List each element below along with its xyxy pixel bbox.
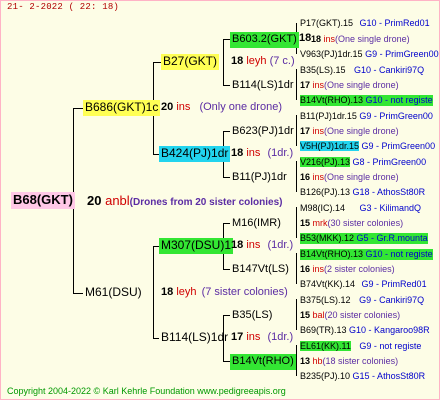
g4-queen-b35[interactable]: B35(LS) (230, 308, 274, 324)
g4-queen-b11[interactable]: B11(PJ)1dr (230, 170, 289, 186)
g3-m307-info: 18 ins (1dr.) (231, 239, 294, 251)
g4-b603-num: 18 (299, 32, 312, 44)
g5-row-19[interactable]: B375(LS).12 G9 - Cankiri97Q (300, 295, 424, 306)
g3-queen-b114[interactable]: B114(LS)1dr (159, 330, 230, 346)
g5-row-6[interactable]: B14Vt(RHO).13 G10 - not registe (300, 95, 433, 106)
m307-up-line (223, 223, 230, 224)
g4-queen-b114[interactable]: B114(LS)1dr (230, 78, 296, 94)
g5-row-20: 15 bal(20 sister colonies) (300, 310, 401, 320)
g5-row-1[interactable]: P17(GKT).15 G10 - PrimRed01 (300, 18, 430, 29)
g3-b27-info: 18 leyh (7 c.) (231, 55, 295, 67)
dam-queen[interactable]: M61(DSU) (83, 285, 144, 301)
root-queen[interactable]: B68(GKT) (11, 192, 75, 209)
g5-bracket-6 (296, 253, 297, 284)
date-header: 21- 2-2022 ( 22: 18) (7, 2, 120, 12)
b27-bracket (223, 39, 224, 86)
g5-bracket-8 (296, 345, 297, 376)
g5-row-9[interactable]: V5H(PJ)1dr.15 G9 - PrimGreen00 (300, 141, 435, 152)
g5-row-8: 17 ins(One single drone) (300, 126, 399, 136)
g4-queen-b14vt[interactable]: B14Vt(RHO) (230, 354, 296, 370)
g5-row-16[interactable]: B14Vt(RHO).13 G10 - not registe (300, 249, 433, 260)
g5-row-4[interactable]: B35(LS).15 G10 - Cankiri97Q (300, 65, 424, 76)
root-info: 20 anbl(Drones from 20 sister colonies) (87, 193, 283, 208)
g3-queen-m307[interactable]: M307(DSU)1 (159, 238, 234, 254)
g4-queen-m16[interactable]: M16(IMR) (230, 216, 283, 232)
g5-row-23: 13 hb(18 sister colonies) (300, 356, 399, 366)
b27-up-line (223, 39, 230, 40)
g5-row-12[interactable]: B126(PJ).13 G18 - AthosSt80R (300, 187, 425, 198)
g5-row-22[interactable]: EL61(KK).11 G9 - not registe (300, 341, 421, 352)
g3-queen-b27[interactable]: B27(GKT) (161, 54, 220, 70)
root-to-dam-line (73, 293, 83, 294)
g5-row-24[interactable]: B235(PJ).10 G15 - AthosSt80R (300, 371, 425, 382)
g5-row-3[interactable]: V963(PJ)1dr.15 G9 - PrimGreen00 (300, 49, 439, 60)
sire-info: 20 ins (Only one drone) (161, 101, 282, 113)
g5-bracket-2 (296, 69, 297, 100)
g5-row-14: 15 mrk(30 sister colonies) (300, 218, 404, 228)
sire-to-b27-line (153, 62, 161, 63)
pedigree-chart: 21- 2-2022 ( 22: 18) B68(GKT) 20 anbl(Dr… (0, 0, 440, 400)
g4-queen-b147[interactable]: B147Vt(LS) (230, 262, 291, 278)
g5-bracket-5 (296, 207, 297, 238)
dam-info: 18 leyh (7 sister colonies) (161, 286, 288, 298)
g5-row-11: 16 ins(One single drone) (300, 172, 399, 182)
b424-down-line (223, 177, 230, 178)
g3-b424-info: 18 ins (1dr.) (231, 147, 294, 159)
root-to-sire-line (73, 108, 83, 109)
g3-queen-b424[interactable]: B424(PJ)1dr (159, 146, 231, 162)
dam-bracket (153, 246, 154, 339)
g5-row-21[interactable]: B69(TR).13 G10 - Kangaroo98R (300, 325, 430, 336)
g5-row-18[interactable]: B74Vt(KK).14 G9 - PrimRed01 (300, 279, 427, 290)
g5-row-13[interactable]: M98(IC).14 G3 - KilimandQ (300, 203, 421, 214)
m307-down-line (223, 269, 230, 270)
b424-up-line (223, 131, 230, 132)
copyright-footer[interactable]: Copyright 2004-2022 © Karl Kehrle Founda… (7, 386, 286, 396)
g5-row-7[interactable]: B11(PJ)1dr.15 G9 - PrimGreen00 (300, 111, 433, 122)
g4-queen-b623[interactable]: B623(PJ)1dr (230, 124, 296, 140)
g5-row-15[interactable]: B53(MKK).12 G5 - Gr.R.mounta (300, 233, 428, 244)
g5-row-5: 17 ins(One single drone) (300, 80, 399, 90)
b27-down-line (223, 85, 230, 86)
g5-row-2: 18 ins(One single drone) (311, 34, 410, 44)
g5-row-10[interactable]: V216(PJ).13 G8 - PrimGreen00 (300, 157, 426, 168)
g5-bracket-7 (296, 299, 297, 330)
b114-up-line (223, 315, 230, 316)
g5-row-17: 16 ins(2 sister colonies) (300, 264, 395, 274)
g5-bracket-3 (296, 115, 297, 146)
b114-down-line (223, 361, 230, 362)
sire-queen[interactable]: B686(GKT)1c (83, 100, 161, 116)
g4-queen-b603[interactable]: B603.2(GKT) (230, 32, 299, 48)
g3-b114-info: 17 ins (1dr.) (231, 331, 294, 343)
g5-bracket-4 (296, 161, 297, 192)
